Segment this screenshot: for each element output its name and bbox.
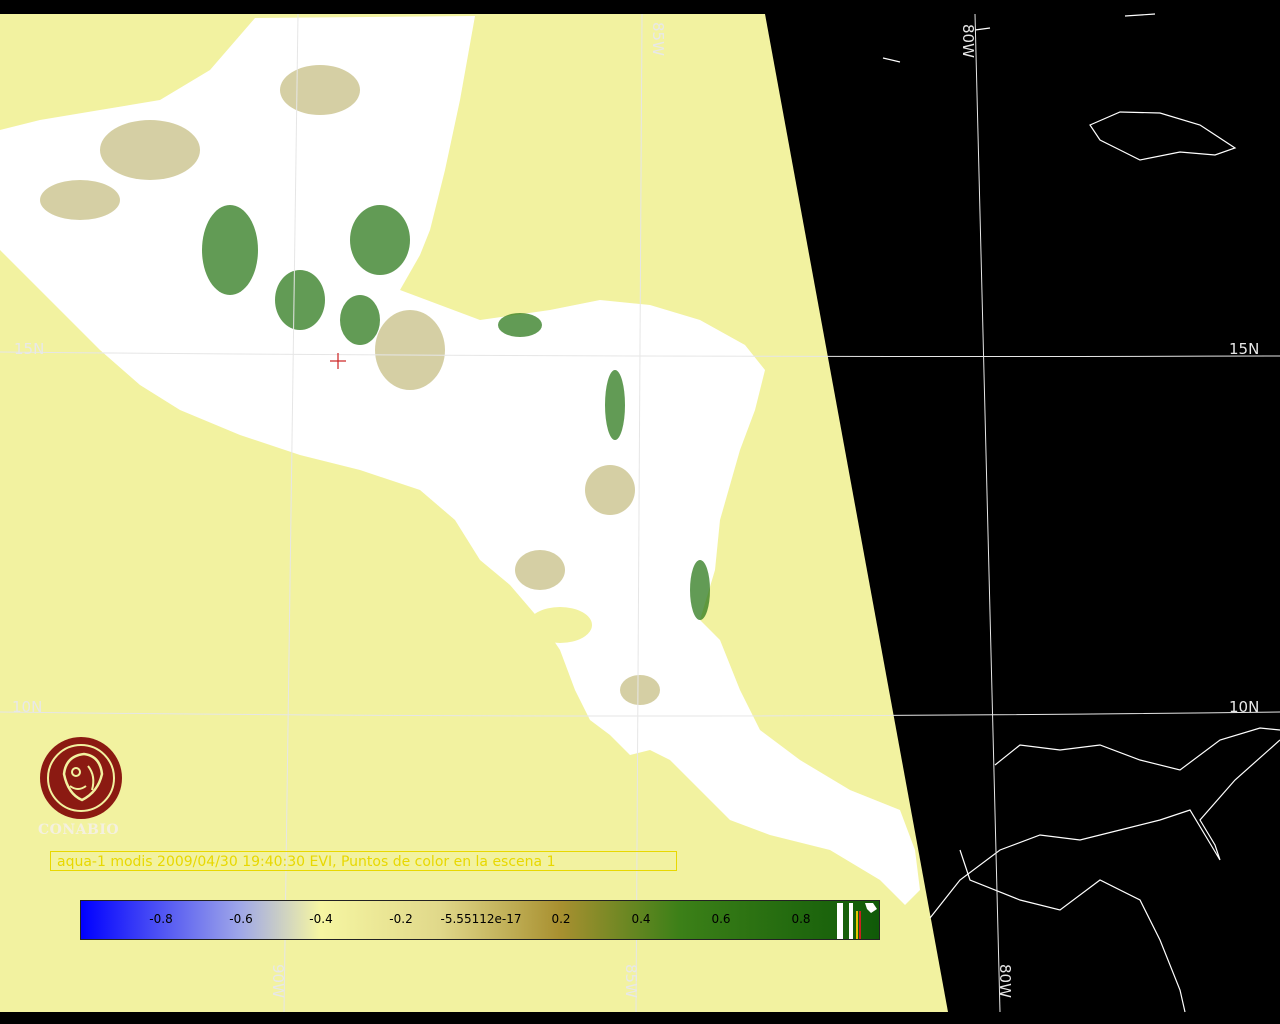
veg-patch xyxy=(585,465,635,515)
logo-text: CONABIO xyxy=(38,822,120,838)
color-bar-tick-label: 0.6 xyxy=(711,912,731,926)
lat-label-15n-left: 15N xyxy=(14,340,45,358)
veg-patch xyxy=(340,295,380,345)
veg-patch xyxy=(375,310,445,390)
veg-patch xyxy=(275,270,325,330)
map-viewer: 85W 80W 15N 15N 10N 10N 90W 85W 80W CONA… xyxy=(0,0,1280,1024)
veg-patch xyxy=(280,65,360,115)
lat-label-10n-left: 10N xyxy=(12,698,43,716)
color-bar-tick-label: -5.55112e-17 xyxy=(440,912,522,926)
veg-patch xyxy=(100,120,200,180)
lon-label-85w-top: 85W xyxy=(649,22,667,56)
color-bar-tick-label: 0.4 xyxy=(631,912,651,926)
veg-patch xyxy=(515,550,565,590)
evi-color-bar: -0.8 -0.6 -0.4 -0.2 -5.55112e-17 0.2 0.4 0.6 0.8 xyxy=(80,900,880,940)
veg-patch xyxy=(690,560,710,620)
lon-label-85w-bottom: 85W xyxy=(622,964,640,998)
lon-label-80w-top: 80W xyxy=(959,24,977,58)
lat-label-10n-right: 10N xyxy=(1229,698,1260,716)
lon-label-90w-bottom: 90W xyxy=(269,964,287,998)
scene-caption: aqua-1 modis 2009/04/30 19:40:30 EVI, Pu… xyxy=(50,851,677,871)
color-bar-tick-label: -0.6 xyxy=(229,912,253,926)
lon-label-80w-bottom: 80W xyxy=(996,964,1014,998)
lat-label-15n-right: 15N xyxy=(1229,340,1260,358)
color-bar-tick-label: -0.8 xyxy=(149,912,173,926)
color-bar-tick-label: -0.2 xyxy=(389,912,413,926)
veg-patch xyxy=(350,205,410,275)
color-bar-tick-label: 0.8 xyxy=(791,912,811,926)
color-bar-tick-label: 0.2 xyxy=(551,912,571,926)
veg-patch xyxy=(40,180,120,220)
veg-patch xyxy=(202,205,258,295)
lake-nicaragua xyxy=(528,607,592,643)
veg-patch xyxy=(605,370,625,440)
color-bar-end-marks xyxy=(837,903,877,939)
veg-patch xyxy=(620,675,660,705)
veg-patch xyxy=(498,313,542,337)
color-bar-tick-label: -0.4 xyxy=(309,912,333,926)
